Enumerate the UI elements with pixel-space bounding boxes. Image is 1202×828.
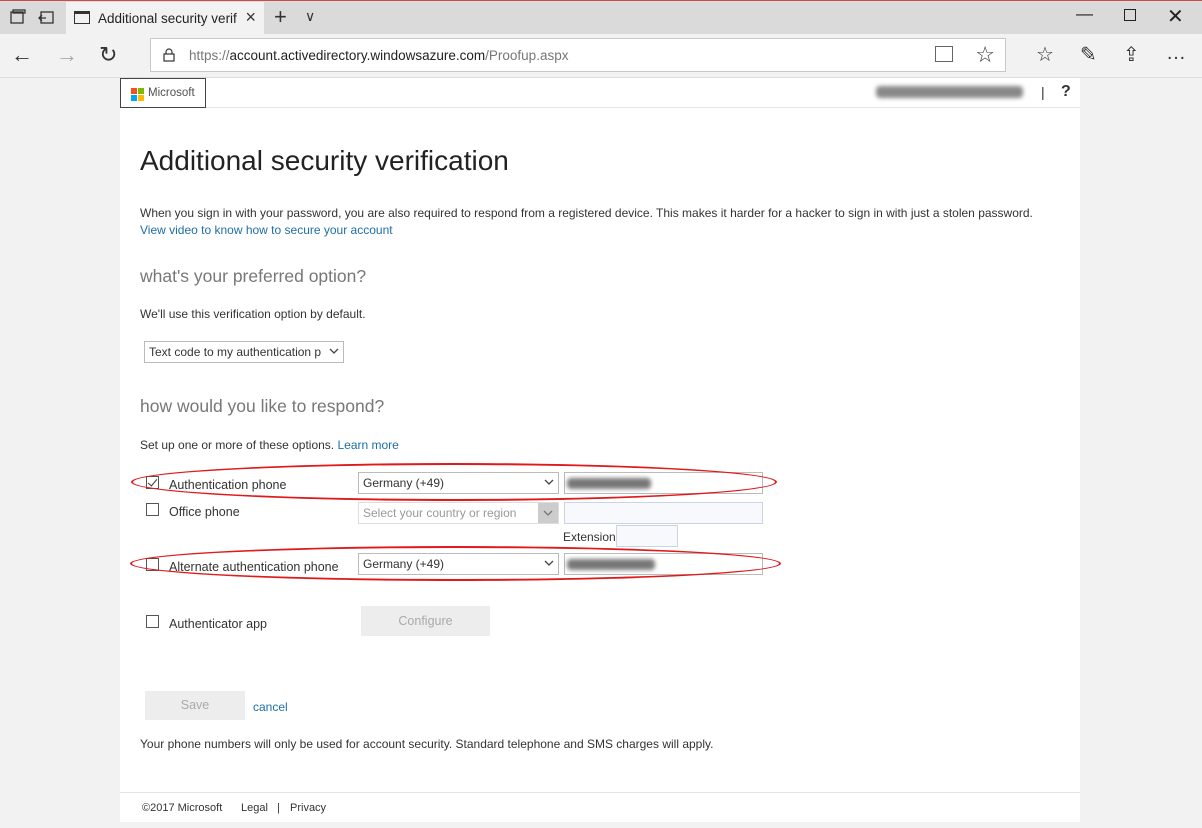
back-arrow-icon[interactable]: ←	[11, 43, 33, 67]
favorites-hub-icon[interactable]: ☆	[1036, 42, 1054, 67]
page-title: Additional security verification	[140, 145, 509, 176]
minimize-icon[interactable]: —	[1076, 4, 1093, 24]
privacy-link[interactable]: Privacy	[290, 802, 326, 814]
chevron-down-icon	[538, 503, 558, 523]
video-link[interactable]: View video to know how to secure your ac…	[140, 223, 393, 237]
chevron-down-icon	[329, 348, 339, 354]
close-tab-icon[interactable]: ×	[245, 7, 256, 28]
configure-button[interactable]: Configure	[361, 606, 490, 636]
save-button[interactable]: Save	[145, 691, 245, 720]
close-window-icon[interactable]: ✕	[1167, 4, 1184, 29]
office-phone-number-input[interactable]	[564, 502, 763, 524]
footer-separator: |	[277, 802, 280, 814]
web-note-icon[interactable]: ✎	[1080, 42, 1097, 67]
active-tab[interactable]: Additional security verif ×	[66, 2, 264, 35]
copyright-text: ©2017 Microsoft	[142, 802, 223, 814]
learn-more-link[interactable]: Learn more	[337, 438, 398, 452]
refresh-icon[interactable]: ↻	[99, 43, 117, 67]
browser-nav-bar: ← → ↻ https://account.activedirectory.wi…	[0, 34, 1202, 78]
authenticator-app-label: Authenticator app	[169, 617, 267, 631]
annotation-ellipse-alt-phone	[130, 546, 781, 581]
microsoft-logo: Microsoft	[120, 78, 206, 108]
reading-view-icon[interactable]	[935, 46, 953, 62]
url-text: https://account.activedirectory.windowsa…	[189, 48, 569, 63]
tab-title: Additional security verif	[98, 11, 237, 26]
preferred-option-heading: what's your preferred option?	[140, 266, 367, 286]
address-bar[interactable]: https://account.activedirectory.windowsa…	[150, 38, 1006, 72]
set-tabs-aside-icon[interactable]	[38, 9, 56, 27]
page-icon	[74, 11, 90, 24]
extension-input[interactable]	[616, 525, 678, 547]
forward-arrow-icon[interactable]: →	[56, 43, 78, 67]
cancel-link[interactable]: cancel	[253, 700, 288, 714]
intro-text: When you sign in with your password, you…	[140, 206, 1033, 220]
page-header: Microsoft | ?	[120, 78, 1080, 108]
disclaimer-text: Your phone numbers will only be used for…	[140, 737, 714, 751]
chevron-down-icon[interactable]: ∨	[305, 8, 315, 25]
annotation-ellipse-auth-phone	[131, 463, 777, 501]
share-icon[interactable]: ⇪	[1123, 42, 1140, 67]
header-separator: |	[1041, 84, 1045, 100]
page-content: Microsoft | ? Additional security verifi…	[120, 78, 1080, 822]
authenticator-app-checkbox[interactable]	[146, 615, 159, 628]
help-icon[interactable]: ?	[1061, 83, 1071, 101]
preferred-option-select[interactable]: Text code to my authentication p	[144, 341, 344, 363]
favorite-star-icon[interactable]: ☆	[975, 42, 995, 68]
office-phone-label: Office phone	[169, 505, 240, 519]
extension-label: Extension	[563, 530, 616, 544]
legal-link[interactable]: Legal	[241, 802, 268, 814]
respond-desc: Set up one or more of these options. Lea…	[140, 438, 399, 452]
user-account-redacted[interactable]	[876, 86, 1023, 98]
lock-icon	[163, 48, 175, 62]
browser-tab-bar: Additional security verif × + ∨ — ✕	[0, 0, 1202, 35]
more-icon[interactable]: …	[1166, 42, 1186, 65]
respond-heading: how would you like to respond?	[140, 396, 385, 416]
new-tab-icon[interactable]: +	[274, 4, 287, 30]
maximize-icon[interactable]	[1124, 9, 1136, 21]
page-footer: ©2017 Microsoft Legal | Privacy	[120, 792, 1080, 822]
tab-preview-icon[interactable]	[9, 9, 27, 27]
preferred-option-desc: We'll use this verification option by de…	[140, 307, 366, 321]
office-phone-country-select[interactable]: Select your country or region	[358, 502, 559, 524]
office-phone-checkbox[interactable]	[146, 503, 159, 516]
